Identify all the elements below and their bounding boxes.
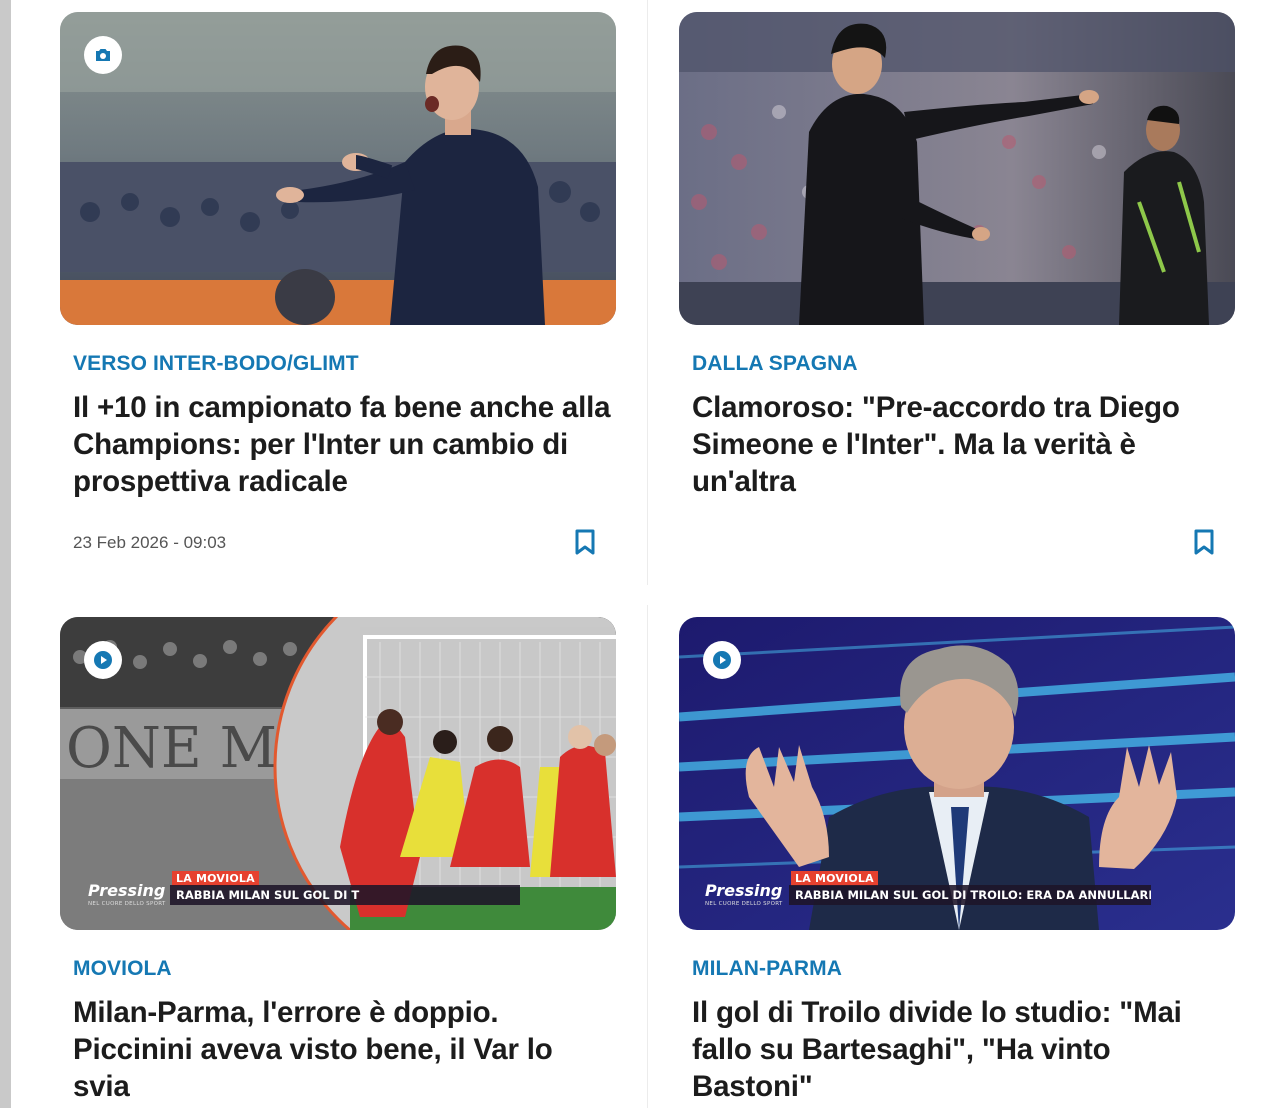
pressing-logo-tagline: NEL CUORE DELLO SPORT (705, 901, 783, 907)
article-category[interactable]: VERSO INTER-BODO/GLIMT (73, 352, 359, 376)
overlay-segment-tag: LA MOVIOLA (172, 871, 259, 886)
overlay-headline: RABBIA MILAN SUL GOL DI TROILO: ERA DA A… (789, 885, 1151, 905)
article-image[interactable] (679, 12, 1235, 325)
article-title[interactable]: Il +10 in campionato fa bene anche alla … (73, 389, 613, 500)
article-category[interactable]: MILAN-PARMA (692, 957, 842, 981)
left-scroll-rail (0, 0, 11, 1108)
article-date: 23 Feb 2026 - 09:03 (73, 533, 227, 552)
article-card[interactable]: Pressing NEL CUORE DELLO SPORT LA MOVIOL… (679, 617, 1235, 1103)
coach-pointing-photo (679, 12, 1235, 325)
camera-icon (93, 45, 113, 65)
play-icon (93, 650, 113, 670)
overlay-segment-tag: LA MOVIOLA (791, 871, 878, 886)
article-card[interactable]: DALLA SPAGNA Clamoroso: "Pre-accordo tra… (679, 12, 1235, 555)
play-badge[interactable] (703, 641, 741, 679)
article-category[interactable]: DALLA SPAGNA (692, 352, 858, 376)
article-video-thumbnail[interactable]: ONE M Pressing NEL CUORE DELLO SPORT LA … (60, 617, 616, 930)
column-divider (647, 605, 648, 1108)
article-card[interactable]: VERSO INTER-BODO/GLIMT Il +10 in campion… (60, 12, 616, 555)
bookmark-button[interactable] (572, 528, 598, 556)
article-image[interactable] (60, 12, 616, 325)
bookmark-button[interactable] (1191, 528, 1217, 556)
article-title[interactable]: Il gol di Troilo divide lo studio: "Mai … (692, 994, 1232, 1105)
pressing-logo-tagline: NEL CUORE DELLO SPORT (88, 901, 166, 907)
overlay-headline: RABBIA MILAN SUL GOL DI T (170, 885, 520, 905)
play-icon (712, 650, 732, 670)
bookmark-icon (1191, 528, 1217, 556)
article-video-thumbnail[interactable]: Pressing NEL CUORE DELLO SPORT LA MOVIOL… (679, 617, 1235, 930)
column-divider (647, 0, 648, 585)
coach-photo (60, 12, 616, 325)
pressing-logo: Pressing (88, 881, 166, 900)
article-card[interactable]: ONE M Pressing NEL CUORE DELLO SPORT LA … (60, 617, 616, 1103)
play-badge[interactable] (84, 641, 122, 679)
bookmark-icon (572, 528, 598, 556)
pressing-logo: Pressing (705, 881, 783, 900)
article-category[interactable]: MOVIOLA (73, 957, 172, 981)
svg-text:ONE M: ONE M (66, 716, 277, 781)
article-title[interactable]: Clamoroso: "Pre-accordo tra Diego Simeon… (692, 389, 1232, 500)
article-title[interactable]: Milan-Parma, l'errore è doppio. Piccinin… (73, 994, 613, 1105)
photo-badge (84, 36, 122, 74)
